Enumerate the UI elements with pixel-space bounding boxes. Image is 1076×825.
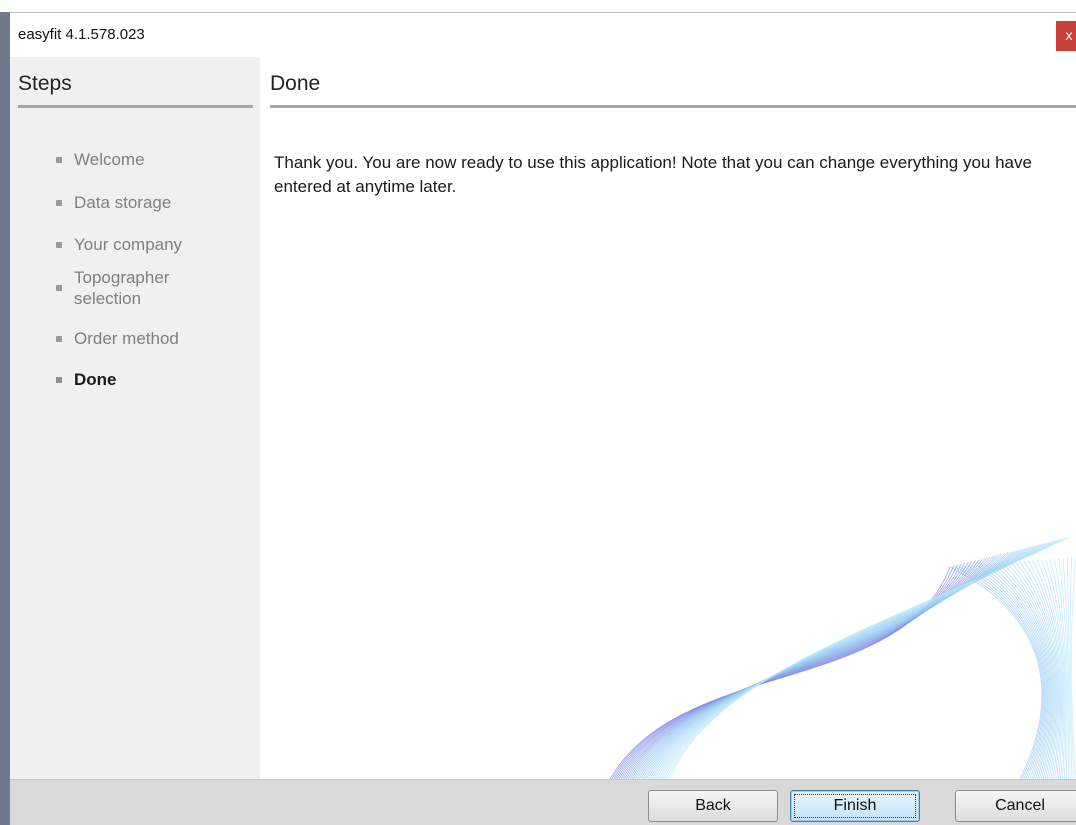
wave-line bbox=[660, 541, 1053, 779]
step-bullet-icon bbox=[56, 285, 62, 291]
wave-line bbox=[665, 538, 1063, 779]
step-done: Done bbox=[10, 369, 260, 390]
step-label: Welcome bbox=[74, 150, 145, 169]
content-panel: Done Thank you. You are now ready to use… bbox=[260, 57, 1076, 779]
finish-button[interactable]: Finish bbox=[790, 790, 920, 822]
step-bullet-icon bbox=[56, 376, 62, 383]
step-welcome: Welcome bbox=[10, 149, 260, 170]
wave-line bbox=[954, 566, 1044, 779]
cancel-button[interactable]: Cancel bbox=[955, 790, 1076, 822]
button-bar: Back Finish Cancel bbox=[10, 779, 1076, 825]
completion-message: Thank you. You are now ready to use this… bbox=[274, 153, 1032, 196]
step-label: Order method bbox=[74, 329, 179, 348]
setup-wizard-window: easyfit 4.1.578.023 x Steps Welcome Data… bbox=[0, 0, 1076, 825]
wave-line bbox=[958, 565, 1045, 779]
step-bullet-icon bbox=[56, 335, 62, 342]
page-title-divider bbox=[270, 105, 1076, 108]
title-bar[interactable]: easyfit 4.1.578.023 x bbox=[10, 12, 1076, 57]
close-icon[interactable]: x bbox=[1056, 21, 1076, 51]
step-order-method: Order method bbox=[10, 328, 260, 349]
page-title: Done bbox=[270, 72, 321, 95]
step-label: Your company bbox=[74, 235, 183, 254]
wave-line bbox=[655, 543, 1042, 779]
window-left-border bbox=[0, 12, 10, 825]
wave-line bbox=[636, 553, 1005, 779]
step-data-storage: Data storage bbox=[10, 192, 260, 213]
steps-sidebar: Steps Welcome Data storage Your company … bbox=[10, 57, 260, 779]
step-label: Done bbox=[74, 370, 117, 389]
wave-line bbox=[667, 537, 1067, 779]
step-bullet-icon bbox=[56, 156, 62, 163]
step-topographer-selection: Topographer selection bbox=[10, 267, 210, 309]
steps-heading-divider bbox=[18, 105, 253, 108]
wave-line bbox=[640, 551, 1013, 779]
step-label: Data storage bbox=[74, 193, 172, 212]
wave-line bbox=[669, 536, 1071, 779]
wave-line bbox=[664, 539, 1060, 779]
window-title: easyfit 4.1.578.023 bbox=[18, 26, 145, 43]
focus-rectangle bbox=[794, 794, 916, 818]
step-your-company: Your company bbox=[10, 234, 260, 255]
steps-list: Welcome Data storage Your company Topogr… bbox=[10, 149, 260, 390]
step-bullet-icon bbox=[56, 199, 62, 206]
step-bullet-icon bbox=[56, 241, 62, 248]
steps-heading: Steps bbox=[18, 72, 72, 95]
wave-line bbox=[653, 544, 1038, 779]
wave-line bbox=[662, 540, 1056, 779]
step-label: Topographer selection bbox=[74, 268, 170, 308]
back-button[interactable]: Back bbox=[648, 790, 778, 822]
